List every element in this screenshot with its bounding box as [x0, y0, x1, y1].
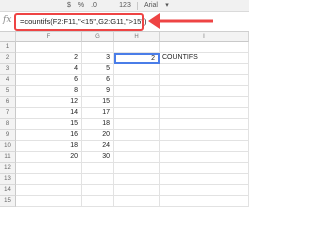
fx-icon: fx: [3, 15, 12, 25]
table-cell[interactable]: [16, 196, 82, 207]
row-header[interactable]: 5: [0, 86, 16, 97]
table-cell[interactable]: [160, 185, 249, 196]
table-cell[interactable]: 14: [16, 108, 82, 119]
table-cell[interactable]: [114, 86, 160, 97]
table-cell[interactable]: 24: [82, 141, 114, 152]
row-header[interactable]: 13: [0, 174, 16, 185]
decrease-decimal-button[interactable]: .0: [88, 1, 100, 10]
table-cell[interactable]: [160, 97, 249, 108]
table-cell[interactable]: [82, 174, 114, 185]
table-cell[interactable]: [160, 75, 249, 86]
formula-highlight-box: [14, 13, 144, 31]
font-family-select[interactable]: Arial: [140, 1, 162, 10]
table-cell[interactable]: 30: [82, 152, 114, 163]
table-cell[interactable]: [114, 152, 160, 163]
table-cell[interactable]: 9: [82, 86, 114, 97]
currency-button[interactable]: $: [64, 1, 74, 10]
table-cell[interactable]: [82, 185, 114, 196]
row-header[interactable]: 9: [0, 130, 16, 141]
column-header-g[interactable]: G: [82, 32, 114, 42]
table-cell[interactable]: [82, 163, 114, 174]
percent-button[interactable]: %: [76, 1, 86, 10]
table-cell[interactable]: 2: [16, 53, 82, 64]
more-formats-button[interactable]: 123: [116, 1, 134, 10]
table-cell[interactable]: 20: [82, 130, 114, 141]
table-cell[interactable]: 3: [82, 53, 114, 64]
table-cell[interactable]: [160, 196, 249, 207]
table-cell[interactable]: 12: [16, 97, 82, 108]
table-cell[interactable]: [160, 163, 249, 174]
table-cell[interactable]: [16, 185, 82, 196]
table-cell[interactable]: [82, 42, 114, 53]
table-cell[interactable]: 15: [16, 119, 82, 130]
table-cell[interactable]: [160, 119, 249, 130]
table-cell[interactable]: 5: [82, 64, 114, 75]
table-cell[interactable]: [82, 196, 114, 207]
row-header[interactable]: 1: [0, 42, 16, 53]
table-cell[interactable]: [160, 42, 249, 53]
table-cell[interactable]: [16, 174, 82, 185]
table-cell[interactable]: 6: [16, 75, 82, 86]
table-cell[interactable]: [160, 86, 249, 97]
table-cell[interactable]: [114, 97, 160, 108]
active-cell[interactable]: 2: [114, 53, 160, 64]
row-header[interactable]: 8: [0, 119, 16, 130]
table-cell[interactable]: [160, 152, 249, 163]
table-cell[interactable]: [114, 174, 160, 185]
column-header-h[interactable]: H: [114, 32, 160, 42]
column-header-f[interactable]: F: [16, 32, 82, 42]
table-cell[interactable]: [160, 64, 249, 75]
table-cell[interactable]: 6: [82, 75, 114, 86]
table-cell[interactable]: COUNTIFS: [160, 53, 249, 64]
table-cell[interactable]: [160, 108, 249, 119]
table-cell[interactable]: 18: [16, 141, 82, 152]
table-cell[interactable]: [114, 64, 160, 75]
row-header[interactable]: 12: [0, 163, 16, 174]
select-all-corner[interactable]: [0, 32, 16, 42]
table-cell[interactable]: [16, 163, 82, 174]
table-cell[interactable]: 4: [16, 64, 82, 75]
table-cell[interactable]: 8: [16, 86, 82, 97]
row-header[interactable]: 7: [0, 108, 16, 119]
table-cell[interactable]: [160, 130, 249, 141]
row-header[interactable]: 6: [0, 97, 16, 108]
table-cell[interactable]: [114, 196, 160, 207]
toolbar-divider: [137, 2, 138, 10]
row-header[interactable]: 14: [0, 185, 16, 196]
table-cell[interactable]: 15: [82, 97, 114, 108]
row-header[interactable]: 4: [0, 75, 16, 86]
table-cell[interactable]: [114, 108, 160, 119]
row-header[interactable]: 3: [0, 64, 16, 75]
spreadsheet-grid: F G H I 1 2 2 3 2 COUNTIFS 3 4 5 4 6 6 5 8 9 6 12 15 7 14 17 8 15 1…: [0, 32, 249, 207]
column-header-i[interactable]: I: [160, 32, 249, 42]
table-cell[interactable]: [114, 75, 160, 86]
table-cell[interactable]: 17: [82, 108, 114, 119]
row-header[interactable]: 11: [0, 152, 16, 163]
table-cell[interactable]: [114, 130, 160, 141]
table-cell[interactable]: [160, 174, 249, 185]
arrow-left-icon: [148, 13, 213, 29]
table-cell[interactable]: 16: [16, 130, 82, 141]
table-cell[interactable]: [114, 42, 160, 53]
table-cell[interactable]: 18: [82, 119, 114, 130]
table-cell[interactable]: 20: [16, 152, 82, 163]
table-cell[interactable]: [160, 141, 249, 152]
table-cell[interactable]: [114, 185, 160, 196]
row-header[interactable]: 15: [0, 196, 16, 207]
row-header[interactable]: 10: [0, 141, 16, 152]
table-cell[interactable]: [114, 141, 160, 152]
row-header[interactable]: 2: [0, 53, 16, 64]
table-cell[interactable]: [114, 163, 160, 174]
table-cell[interactable]: [114, 119, 160, 130]
table-cell[interactable]: [16, 42, 82, 53]
chevron-down-icon[interactable]: ▾: [164, 1, 170, 10]
